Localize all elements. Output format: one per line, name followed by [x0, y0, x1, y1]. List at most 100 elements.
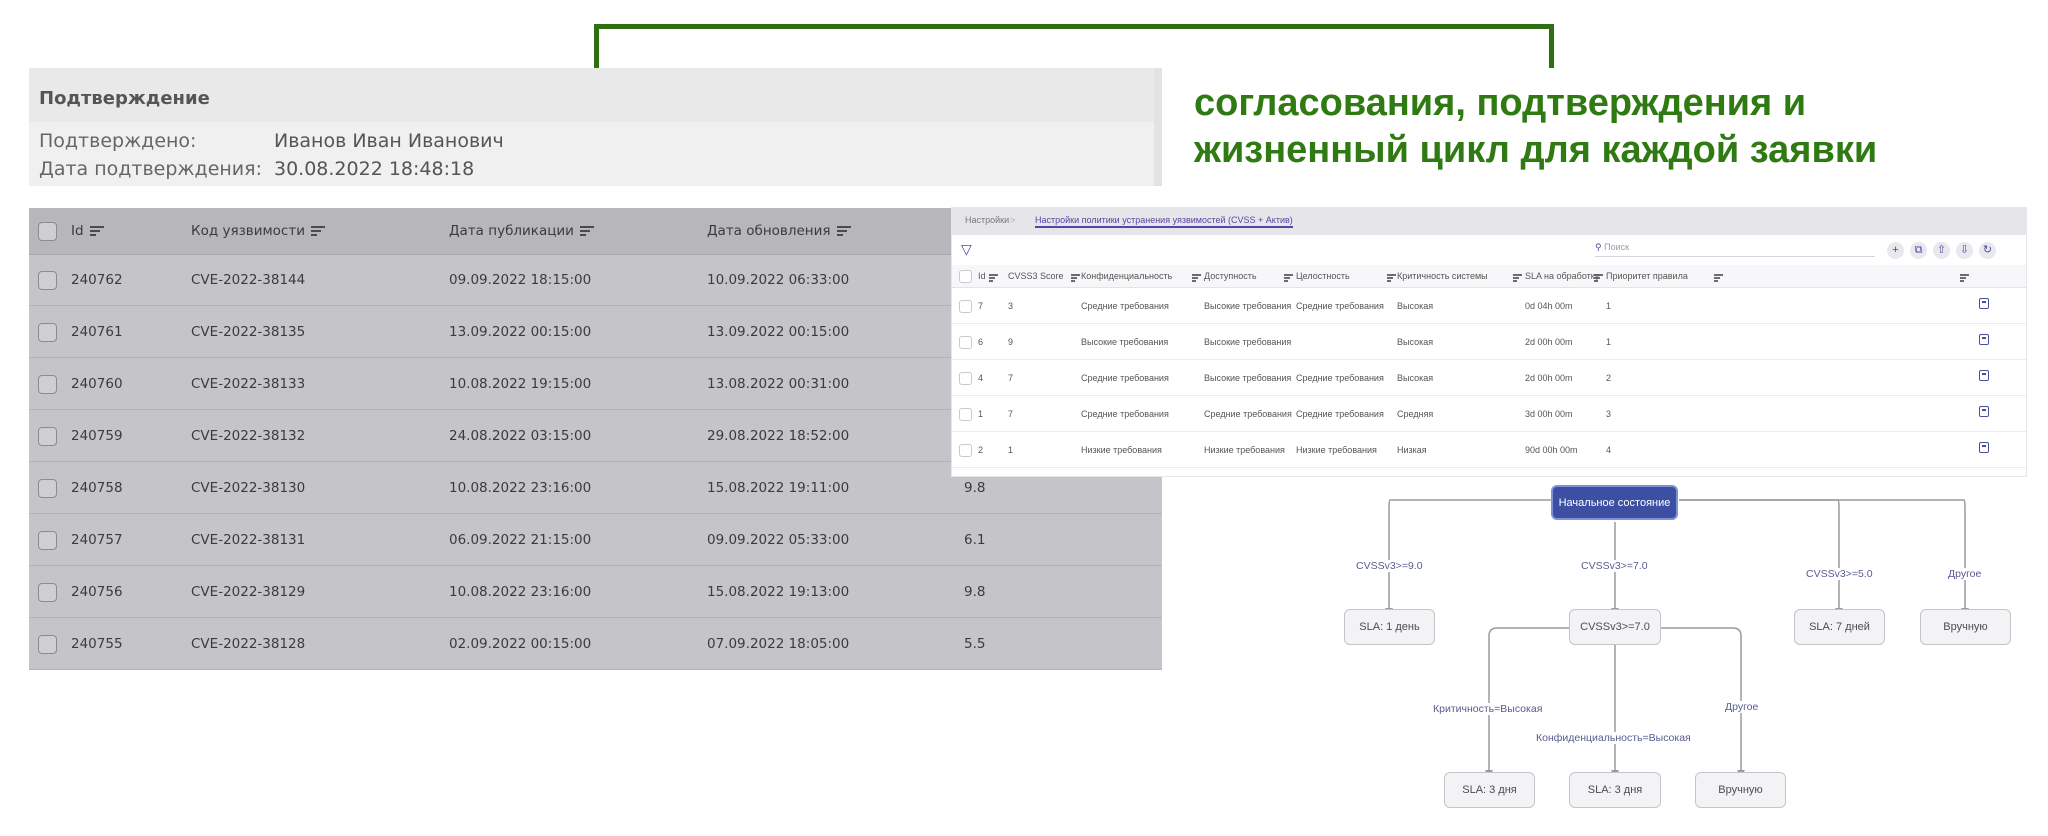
policy-col-header[interactable]: Целостность — [1296, 271, 1350, 281]
filter-icon[interactable]: ▽ — [961, 241, 972, 258]
breadcrumb: Настройки > Настройки политики устранени… — [952, 208, 2026, 235]
row-checkbox[interactable] — [38, 479, 57, 498]
cell-published: 02.09.2022 00:15:00 — [449, 636, 592, 652]
select-all-checkbox[interactable] — [959, 270, 972, 283]
cell-code: CVE-2022-38129 — [191, 584, 306, 600]
callout-headline: согласования, подтверждения и жизненный … — [1194, 80, 2034, 174]
col-header-id[interactable]: Id — [71, 223, 104, 239]
cell-updated: 29.08.2022 18:52:00 — [707, 428, 850, 444]
row-checkbox[interactable] — [38, 323, 57, 342]
table-row[interactable]: 240756 CVE-2022-38129 10.08.2022 23:16:00 1… — [29, 566, 1162, 618]
policy-row[interactable]: 4 7 Средние требования Высокие требования Ср… — [952, 360, 2026, 396]
confirmation-date-label: Дата подтверждения: — [39, 158, 262, 180]
copy-icon[interactable]: ⧉ — [1910, 242, 1927, 259]
sort-icon[interactable] — [89, 226, 104, 236]
cell-updated: 07.09.2022 18:05:00 — [707, 636, 850, 652]
flow-edge-label-cvss5: CVSSv3>=5.0 — [1805, 568, 1874, 580]
policy-cell-avail: Низкие требования — [1204, 445, 1285, 455]
policy-cell-sla: 3d 00h 00m — [1525, 409, 1573, 419]
policy-cell-avail: Высокие требования — [1204, 337, 1292, 347]
breadcrumb-current[interactable]: Настройки политики устранения уязвимосте… — [1035, 215, 1293, 228]
breadcrumb-root[interactable]: Настройки — [965, 215, 1009, 225]
row-checkbox[interactable] — [38, 635, 57, 654]
flow-node-sla-3-days-b[interactable]: SLA: 3 дня — [1569, 772, 1661, 808]
breadcrumb-separator: > — [1010, 215, 1016, 225]
policy-cell-conf: Высокие требования — [1081, 337, 1169, 347]
policy-col-header[interactable]: Id — [978, 271, 986, 281]
policy-cell-score: 7 — [1008, 409, 1014, 419]
edit-icon[interactable] — [1979, 406, 1989, 417]
policy-col-header[interactable]: Приоритет правила — [1606, 271, 1688, 281]
column-filter-icon[interactable] — [989, 272, 998, 282]
policy-col-header[interactable]: CVSS3 Score — [1008, 271, 1064, 281]
policy-cell-avail: Средние требования — [1204, 409, 1292, 419]
cell-score: 6.1 — [964, 532, 986, 548]
row-checkbox[interactable] — [38, 531, 57, 550]
row-checkbox[interactable] — [959, 300, 972, 313]
col-header-code[interactable]: Код уязвимости — [191, 223, 325, 239]
row-checkbox[interactable] — [38, 375, 57, 394]
row-checkbox[interactable] — [38, 583, 57, 602]
flow-node-manual-2[interactable]: Вручную — [1695, 772, 1786, 808]
column-filter-icon[interactable] — [1192, 272, 1201, 282]
policy-cell-crit: Средняя — [1397, 409, 1434, 419]
cell-updated: 13.09.2022 00:15:00 — [707, 324, 850, 340]
col-header-updated[interactable]: Дата обновления — [707, 223, 851, 239]
table-row[interactable]: 240757 CVE-2022-38131 06.09.2022 21:15:00 0… — [29, 514, 1162, 566]
import-icon[interactable]: ⇩ — [1956, 242, 1973, 259]
row-checkbox[interactable] — [959, 444, 972, 457]
column-filter-icon[interactable] — [1960, 272, 1969, 282]
edit-icon[interactable] — [1979, 334, 1989, 345]
edit-icon[interactable] — [1979, 370, 1989, 381]
flow-edge-label-other: Другое — [1947, 568, 1983, 580]
policy-row[interactable]: 1 7 Средние требования Средние требования Ср… — [952, 396, 2026, 432]
col-header-published[interactable]: Дата публикации — [449, 223, 594, 239]
policy-col-header[interactable]: SLA на обработку — [1525, 271, 1599, 281]
policy-row[interactable]: 2 1 Низкие требования Низкие требования Низк… — [952, 432, 2026, 468]
column-filter-icon[interactable] — [1513, 272, 1522, 282]
policy-col-header[interactable]: Доступность — [1204, 271, 1257, 281]
row-checkbox[interactable] — [959, 336, 972, 349]
column-filter-icon[interactable] — [1284, 272, 1293, 282]
cell-code: CVE-2022-38144 — [191, 272, 306, 288]
cell-published: 13.09.2022 00:15:00 — [449, 324, 592, 340]
policy-row[interactable]: 6 9 Высокие требования Высокие требования Вы… — [952, 324, 2026, 360]
column-filter-icon[interactable] — [1071, 272, 1080, 282]
confirmation-header: Подтверждение — [29, 68, 1154, 122]
policy-row[interactable]: 7 3 Средние требования Высокие требования Ср… — [952, 288, 2026, 324]
search-placeholder: Поиск — [1604, 242, 1630, 252]
flow-node-sla-3-days-a[interactable]: SLA: 3 дня — [1444, 772, 1535, 808]
row-checkbox[interactable] — [38, 271, 57, 290]
refresh-icon[interactable]: ↻ — [1979, 242, 1996, 259]
row-checkbox[interactable] — [959, 372, 972, 385]
policy-cell-score: 7 — [1008, 373, 1014, 383]
select-all-checkbox[interactable] — [38, 222, 57, 241]
flow-node-root[interactable]: Начальное состояние — [1551, 485, 1678, 520]
row-checkbox[interactable] — [959, 408, 972, 421]
policy-col-header[interactable]: Конфиденциальность — [1081, 271, 1172, 281]
policy-cell-crit: Высокая — [1397, 373, 1434, 383]
table-row[interactable]: 240755 CVE-2022-38128 02.09.2022 00:15:00 0… — [29, 618, 1162, 670]
sort-icon[interactable] — [311, 226, 325, 236]
cell-updated: 09.09.2022 05:33:00 — [707, 532, 850, 548]
row-checkbox[interactable] — [38, 427, 57, 446]
edit-icon[interactable] — [1979, 298, 1989, 309]
export-icon[interactable]: ⇧ — [1933, 242, 1950, 259]
policy-col-header[interactable]: Критичность системы — [1397, 271, 1488, 281]
sla-flow-diagram — [1385, 499, 1969, 778]
flow-node-manual[interactable]: Вручную — [1920, 609, 2011, 645]
column-filter-icon[interactable] — [1714, 272, 1723, 282]
flow-node-sla-1-day[interactable]: SLA: 1 день — [1344, 609, 1435, 645]
add-icon[interactable]: + — [1887, 242, 1904, 259]
confirmation-panel: Подтверждение Подтверждено: Иванов Иван … — [29, 68, 1162, 186]
cell-code: CVE-2022-38132 — [191, 428, 306, 444]
sort-icon[interactable] — [836, 226, 851, 236]
edit-icon[interactable] — [1979, 442, 1989, 453]
search-input[interactable]: ⚲ Поиск — [1595, 242, 1875, 257]
cell-updated: 10.09.2022 06:33:00 — [707, 272, 850, 288]
flow-node-sla-7-days[interactable]: SLA: 7 дней — [1794, 609, 1885, 645]
policy-cell-integ: Средние требования — [1296, 373, 1384, 383]
sort-icon[interactable] — [579, 226, 594, 236]
flow-node-cvss7[interactable]: CVSSv3>=7.0 — [1569, 609, 1661, 645]
column-filter-icon[interactable] — [1387, 272, 1396, 282]
